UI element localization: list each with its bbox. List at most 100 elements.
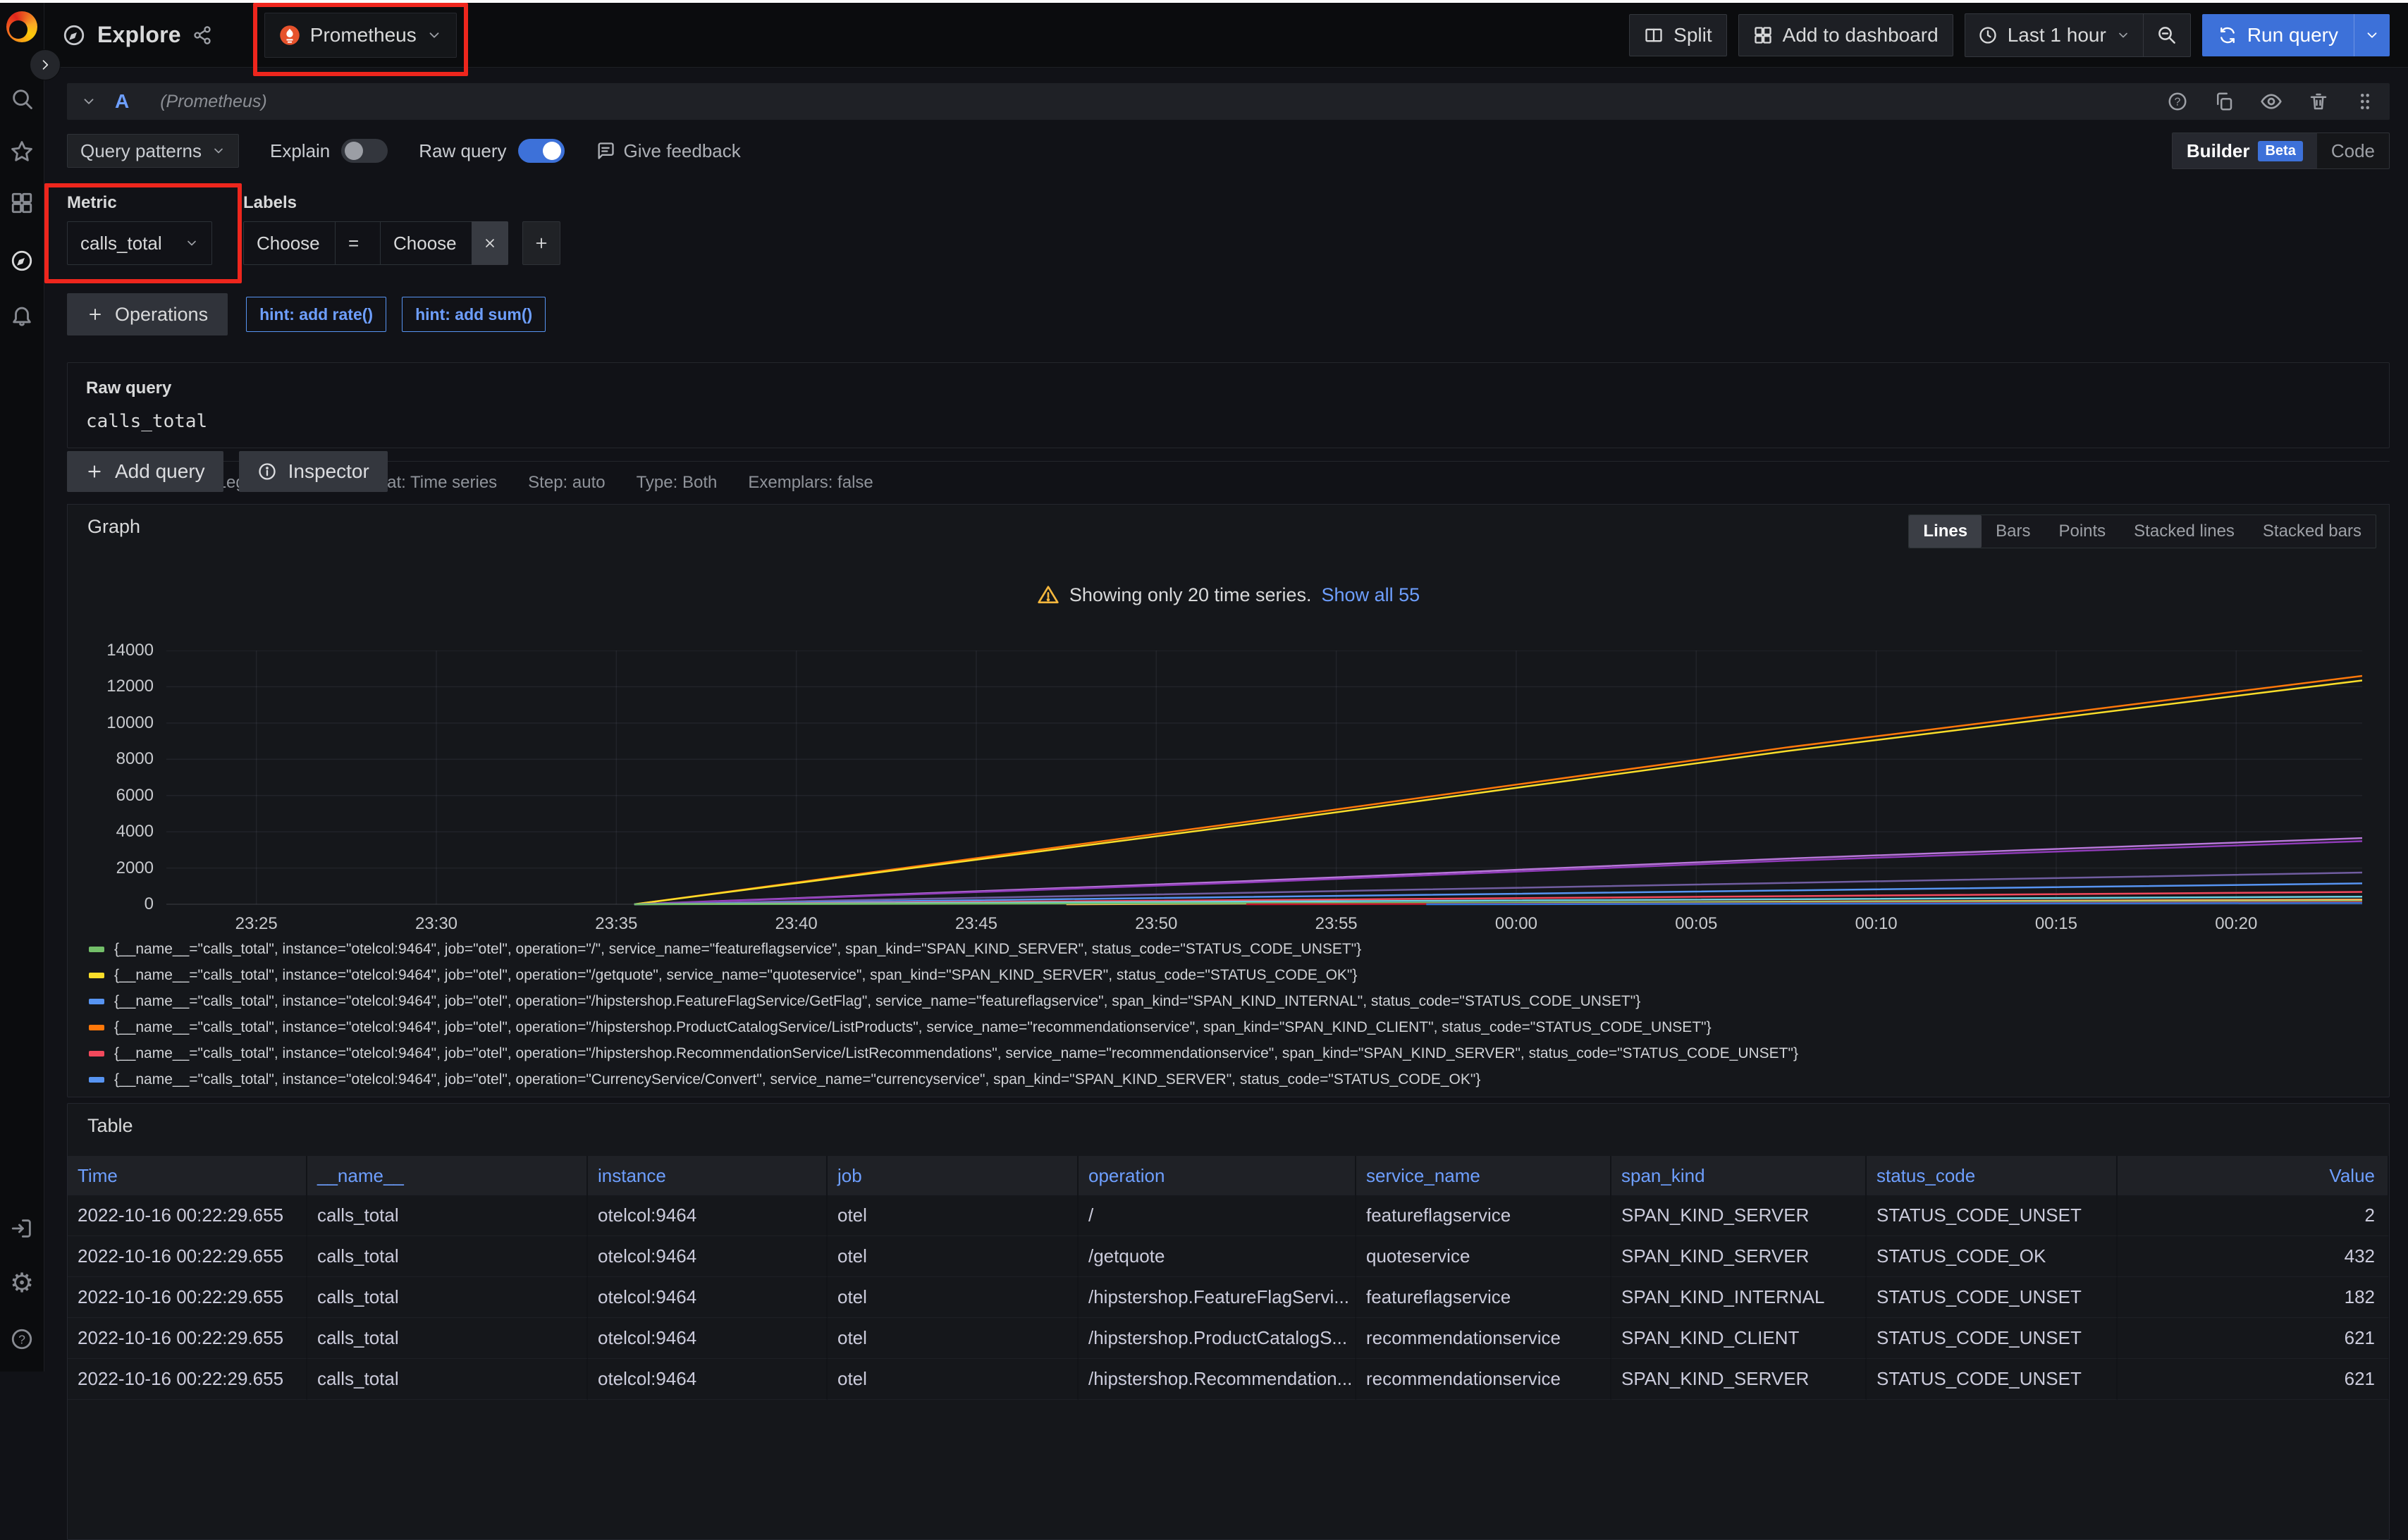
column-header-instance[interactable]: instance — [588, 1156, 828, 1195]
legend-item[interactable]: {__name__="calls_total", instance="otelc… — [89, 936, 2378, 962]
add-to-dashboard-button[interactable]: Add to dashboard — [1738, 14, 1953, 56]
legend-series-label: {__name__="calls_total", instance="otelc… — [114, 1045, 1798, 1062]
graph-mode-lines[interactable]: Lines — [1909, 515, 1982, 548]
builder-mode-button[interactable]: Builder Beta — [2173, 133, 2317, 168]
column-header-operation[interactable]: operation — [1079, 1156, 1356, 1195]
x-axis-tick-label: 23:40 — [754, 914, 839, 934]
metric-field: Metric calls_total — [67, 193, 212, 265]
column-header-span-kind[interactable]: span_kind — [1611, 1156, 1867, 1195]
cell-status-code: STATUS_CODE_UNSET — [1867, 1195, 2118, 1236]
cell-span-kind: SPAN_KIND_CLIENT — [1611, 1318, 1867, 1359]
column-header--name-[interactable]: __name__ — [307, 1156, 588, 1195]
cell-span-kind: SPAN_KIND_SERVER — [1611, 1236, 1867, 1277]
remove-label-filter-button[interactable] — [472, 221, 508, 265]
give-feedback-label: Give feedback — [624, 140, 741, 162]
legend-item[interactable]: {__name__="calls_total", instance="otelc… — [89, 1014, 2378, 1040]
operations-label: Operations — [115, 304, 208, 326]
sidebar-item-settings[interactable]: ⚙ — [10, 1271, 34, 1295]
raw-query-box: Raw query calls_total — [67, 362, 2390, 448]
legend-series-label: {__name__="calls_total", instance="otelc… — [114, 967, 1357, 984]
run-query-button[interactable]: Run query — [2202, 14, 2354, 56]
query-row-header[interactable]: A (Prometheus) ? — [67, 83, 2390, 120]
x-axis-tick-label: 23:35 — [574, 914, 658, 934]
give-feedback-button[interactable]: Give feedback — [596, 140, 741, 162]
label-value-select[interactable]: Choose — [380, 221, 472, 265]
graph-mode-stacked-lines[interactable]: Stacked lines — [2120, 515, 2249, 548]
drag-handle-icon[interactable] — [2354, 91, 2376, 112]
share-icon[interactable] — [192, 25, 212, 45]
run-query-button-group: Run query — [2202, 14, 2390, 56]
split-button[interactable]: Split — [1629, 14, 1726, 56]
legend-series-label: {__name__="calls_total", instance="otelc… — [114, 1071, 1480, 1088]
add-operation-button[interactable]: Operations — [67, 293, 228, 335]
column-header-job[interactable]: job — [828, 1156, 1079, 1195]
cell--name-: calls_total — [307, 1195, 588, 1236]
sidebar-item-help[interactable]: ? — [10, 1327, 34, 1351]
graph-mode-bars[interactable]: Bars — [1982, 515, 2044, 548]
cell-time: 2022-10-16 00:22:29.655 — [68, 1359, 307, 1400]
cell-job: otel — [828, 1359, 1079, 1400]
builder-label: Builder — [2187, 140, 2250, 162]
show-all-series-link[interactable]: Show all 55 — [1322, 584, 1420, 606]
svg-text:?: ? — [18, 1332, 25, 1346]
grafana-logo[interactable] — [6, 11, 37, 42]
time-range-button[interactable]: Last 1 hour — [1965, 14, 2143, 56]
legend-item[interactable]: {__name__="calls_total", instance="otelc… — [89, 1066, 2378, 1092]
copy-icon[interactable] — [2213, 91, 2235, 112]
cell-value: 432 — [2118, 1236, 2389, 1277]
sidebar-item-alerting[interactable] — [10, 303, 34, 327]
sidebar-item-search[interactable] — [10, 87, 34, 111]
sidebar-item-dashboards[interactable] — [10, 191, 34, 215]
plus-icon — [87, 306, 104, 323]
trash-icon[interactable] — [2308, 91, 2329, 112]
label-key-select[interactable]: Choose — [243, 221, 335, 265]
legend-color-marker — [89, 947, 104, 952]
cell-value: 2 — [2118, 1195, 2389, 1236]
query-patterns-dropdown[interactable]: Query patterns — [67, 134, 239, 168]
help-circle-icon: ? — [10, 1327, 34, 1351]
y-axis-tick-label: 6000 — [83, 786, 154, 806]
chevron-down-icon[interactable] — [81, 94, 97, 109]
x-axis-tick-label: 23:25 — [214, 914, 299, 934]
cell-status-code: STATUS_CODE_UNSET — [1867, 1318, 2118, 1359]
column-header-time[interactable]: Time — [68, 1156, 307, 1195]
column-header-value[interactable]: Value — [2118, 1156, 2389, 1195]
raw-query-toggle-label: Raw query — [419, 140, 506, 162]
add-label-filter-button[interactable] — [522, 221, 560, 265]
option-exemplars: Exemplars: false — [748, 473, 873, 493]
raw-query-toggle[interactable] — [518, 139, 565, 163]
query-hint-add-rate--button[interactable]: hint: add rate() — [246, 297, 386, 332]
run-query-caret[interactable] — [2354, 14, 2390, 56]
query-ref-id: A — [115, 90, 129, 113]
sidebar-item-starred[interactable] — [10, 140, 34, 164]
query-hint-add-sum--button[interactable]: hint: add sum() — [402, 297, 546, 332]
cell-value: 621 — [2118, 1359, 2389, 1400]
graph-mode-stacked-bars[interactable]: Stacked bars — [2249, 515, 2376, 548]
explore-toolbar: Explore Prometheus Split — [0, 3, 2408, 68]
column-header-status-code[interactable]: status_code — [1867, 1156, 2118, 1195]
zoom-out-button[interactable] — [2144, 14, 2190, 56]
option-type: Type: Both — [637, 473, 718, 493]
inspector-button[interactable]: Inspector — [239, 451, 388, 492]
graph-mode-points[interactable]: Points — [2044, 515, 2120, 548]
sidebar-item-explore[interactable] — [10, 249, 34, 273]
metric-select[interactable]: calls_total — [67, 221, 212, 265]
eye-icon[interactable] — [2260, 90, 2283, 113]
sidebar-expand-button[interactable] — [30, 49, 61, 80]
code-mode-button[interactable]: Code — [2317, 133, 2389, 168]
add-query-button[interactable]: Add query — [67, 451, 223, 492]
legend-item[interactable]: {__name__="calls_total", instance="otelc… — [89, 988, 2378, 1014]
graph-mode-group: LinesBarsPointsStacked linesStacked bars — [1908, 515, 2376, 548]
explain-toggle[interactable] — [341, 139, 388, 163]
options-collapsed-row[interactable]: Options Legend: AutoFormat: Time seriesS… — [67, 461, 2390, 505]
label-operator-select[interactable]: = — [335, 221, 380, 265]
operations-row: Operations hint: add rate() hint: add sum… — [67, 293, 2390, 335]
help-circle-icon[interactable]: ? — [2167, 91, 2188, 112]
legend-item[interactable]: {__name__="calls_total", instance="otelc… — [89, 962, 2378, 988]
legend-item[interactable]: {__name__="calls_total", instance="otelc… — [89, 1040, 2378, 1066]
legend-item[interactable]: {__name__="calls_total", instance="otelc… — [89, 1092, 2378, 1097]
cell-instance: otelcol:9464 — [588, 1195, 828, 1236]
datasource-picker[interactable]: Prometheus — [264, 13, 457, 58]
column-header-service-name[interactable]: service_name — [1356, 1156, 1611, 1195]
sidebar-item-sign-in[interactable] — [10, 1216, 34, 1240]
